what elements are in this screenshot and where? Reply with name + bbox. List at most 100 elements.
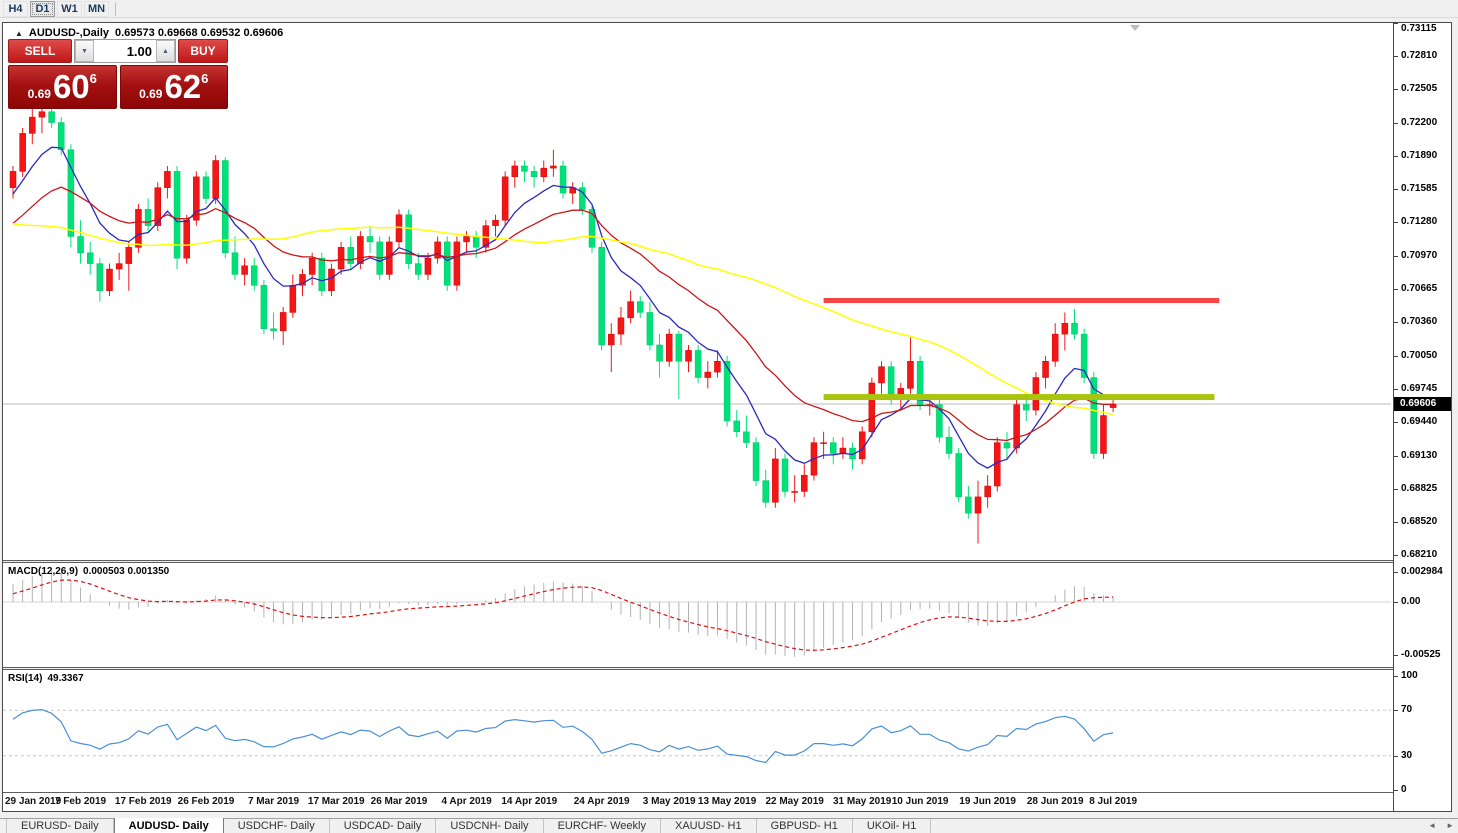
price-axis-tick: 0.70665 <box>1401 283 1438 295</box>
rsi-axis-tick-tick <box>1394 790 1398 791</box>
rsi-line <box>12 708 1114 764</box>
chart-window: ▲ AUDUSD-,Daily 0.69573 0.69668 0.69532 … <box>2 22 1452 812</box>
price-axis-tick-tick <box>1394 222 1398 224</box>
rsi-axis-tick-tick <box>1394 710 1398 712</box>
date-axis-label: 19 Jun 2019 <box>959 796 1016 807</box>
tab-xauusd-h1[interactable]: XAUUSD- H1 <box>660 819 757 833</box>
price-axis-tick-tick <box>1394 355 1398 357</box>
macd-axis-tick: -0.00525 <box>1401 648 1441 660</box>
rsi-axis-tick: 30 <box>1401 749 1413 761</box>
support-line[interactable] <box>823 394 1215 401</box>
price-axis-tick: 0.70050 <box>1401 349 1438 361</box>
rsi-chart-canvas[interactable] <box>3 670 1392 792</box>
price-axis-tick-tick <box>1394 122 1398 124</box>
macd-axis-tick-tick <box>1394 572 1398 574</box>
tab-eurchf-weekly[interactable]: EURCHF- Weekly <box>543 819 661 833</box>
macd-chart-canvas[interactable] <box>3 563 1392 667</box>
tab-scroll-right-icon[interactable]: ► <box>1446 821 1454 830</box>
tab-usdcnh-daily[interactable]: USDCNH- Daily <box>436 819 544 833</box>
buy-price-big: 62 <box>164 68 202 105</box>
macd-axis-tick-tick <box>1394 654 1398 656</box>
date-axis[interactable]: 29 Jan 2019 7 Feb 2019 17 Feb 2019 26 Feb 2… <box>3 793 1391 811</box>
tab-usdcad-daily[interactable]: USDCAD- Daily <box>329 819 437 833</box>
rsi-axis-tick: 70 <box>1401 704 1413 716</box>
date-axis-label: 10 Jun 2019 <box>891 796 949 807</box>
macd-values: 0.000503 0.001350 <box>83 566 170 577</box>
price-axis-tick: 0.69440 <box>1401 416 1438 427</box>
price-axis-tick-tick <box>1394 455 1398 457</box>
date-axis-label: 31 May 2019 <box>832 796 892 807</box>
price-axis-tick-tick <box>1394 521 1398 523</box>
price-axis-tick: 0.71585 <box>1401 183 1438 195</box>
price-axis-tick-tick <box>1394 256 1398 257</box>
date-axis-label: 29 Jan 2019 <box>5 796 62 807</box>
buy-button[interactable]: BUY <box>178 39 228 63</box>
timeframe-button-w1[interactable]: W1 <box>57 0 82 17</box>
rsi-value: 49.3367 <box>47 673 84 684</box>
rsi-indicator-label: RSI(14) 49.3367 <box>8 673 89 684</box>
price-axis-tick-tick <box>1394 289 1398 291</box>
price-axis-tick-tick <box>1394 555 1398 557</box>
tab-audusd-daily[interactable]: AUDUSD- Daily <box>113 818 224 833</box>
tab-ukoil-h1[interactable]: UKOil- H1 <box>852 819 932 833</box>
date-axis-label: 4 Apr 2019 <box>441 796 492 807</box>
price-axis-tick: 0.71280 <box>1401 216 1438 228</box>
price-axis[interactable]: 0.69606 0.73115 0.72810 0.72505 0.72200 0.71… <box>1393 23 1451 811</box>
timeframe-button-mn[interactable]: MN <box>84 0 109 17</box>
chart-tabs: EURUSD- Daily AUDUSD- Daily USDCHF- Daily U… <box>6 818 932 833</box>
date-axis-label: 28 Jun 2019 <box>1026 796 1084 807</box>
chart-shift-marker-icon[interactable] <box>1130 25 1140 31</box>
chart-title: ▲ AUDUSD-,Daily 0.69573 0.69668 0.69532 … <box>15 27 283 39</box>
rsi-axis-tick-tick <box>1394 676 1398 677</box>
rsi-axis-tick: 0 <box>1401 784 1407 795</box>
price-axis-tick-tick <box>1394 322 1398 324</box>
date-axis-label: 7 Mar 2019 <box>247 796 300 807</box>
sell-price-pip: 6 <box>89 71 97 86</box>
timeframe-button-h4[interactable]: H4 <box>3 0 28 17</box>
timeframe-button-d1[interactable]: D1 <box>30 0 55 17</box>
price-axis-tick: 0.69130 <box>1401 449 1438 461</box>
macd-axis-tick: 0.002984 <box>1401 566 1443 578</box>
volume-increase-icon[interactable]: ▲ <box>156 40 175 62</box>
rsi-axis-tick: 100 <box>1401 670 1418 681</box>
macd-axis-tick-tick <box>1394 602 1398 603</box>
price-axis-tick: 0.70970 <box>1401 250 1438 261</box>
price-axis-tick-tick <box>1394 89 1398 91</box>
tab-gbpusd-h1[interactable]: GBPUSD- H1 <box>756 819 853 833</box>
macd-axis-tick: 0.00 <box>1401 596 1421 607</box>
rsi-name: RSI(14) <box>8 673 43 684</box>
volume-input[interactable]: 1.00 <box>94 40 156 62</box>
macd-name: MACD(12,26,9) <box>8 566 79 577</box>
tab-usdchf-daily[interactable]: USDCHF- Daily <box>223 819 330 833</box>
tab-eurusd-daily[interactable]: EURUSD- Daily <box>6 819 114 833</box>
price-axis-tick: 0.73115 <box>1401 23 1437 34</box>
candlestick-series <box>9 106 1117 544</box>
price-axis-tick: 0.72200 <box>1401 116 1438 128</box>
collapse-icon[interactable]: ▲ <box>15 29 23 38</box>
one-click-trade-panel: SELL ▼ 1.00 ▲ BUY 0.69 60 6 0.69 62 6 <box>8 39 228 109</box>
sell-price-prefix: 0.69 <box>27 87 51 101</box>
date-axis-label: 14 Apr 2019 <box>501 796 558 807</box>
price-axis-tick-tick <box>1394 23 1398 25</box>
price-axis-tick: 0.72810 <box>1401 50 1438 62</box>
date-axis-label: 22 May 2019 <box>765 796 824 807</box>
price-axis-tick-tick <box>1394 488 1398 490</box>
resistance-line[interactable] <box>823 297 1220 303</box>
date-axis-label: 8 Jul 2019 <box>1089 796 1137 807</box>
date-axis-label: 17 Mar 2019 <box>307 796 365 807</box>
date-axis-label: 26 Feb 2019 <box>177 796 235 807</box>
chart-tab-bar: EURUSD- Daily AUDUSD- Daily USDCHF- Daily U… <box>0 818 1458 833</box>
toolbar-separator <box>115 1 116 16</box>
tab-scroll-left-icon[interactable]: ◄ <box>1428 821 1436 830</box>
volume-decrease-icon[interactable]: ▼ <box>75 40 94 62</box>
rsi-axis-tick-tick <box>1394 755 1398 757</box>
sell-button[interactable]: SELL <box>8 39 72 63</box>
price-axis-tick: 0.70360 <box>1401 316 1438 328</box>
date-axis-label: 13 May 2019 <box>697 796 757 807</box>
sell-price-tile[interactable]: 0.69 60 6 <box>8 65 117 109</box>
timeframe-toolbar: H4 D1 W1 MN <box>0 0 1458 18</box>
price-axis-tick-tick <box>1394 56 1398 58</box>
date-axis-label: 3 May 2019 <box>642 796 696 807</box>
buy-price-tile[interactable]: 0.69 62 6 <box>119 65 228 109</box>
timeframe-buttons: H4 D1 W1 MN <box>2 0 110 17</box>
